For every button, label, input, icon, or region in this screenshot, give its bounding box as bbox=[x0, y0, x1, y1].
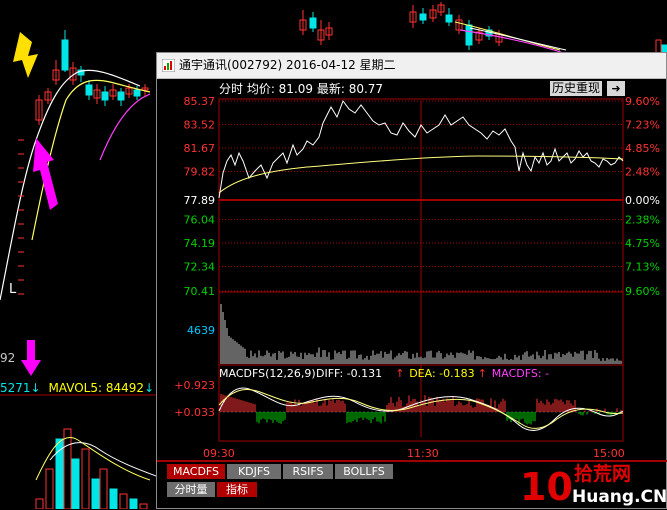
macd-macdfs-value: MACDFS: - bbox=[492, 367, 549, 380]
macd-readout-name: MACDFS(12,26,9) bbox=[219, 367, 316, 380]
yellow-arrow-icon bbox=[13, 32, 38, 78]
exit-icon[interactable]: ➜ bbox=[607, 81, 625, 96]
bg-volume-readout: 5271↓ MAVOL5: 84492↓ M bbox=[0, 381, 172, 395]
bg-candle-body bbox=[85, 84, 93, 96]
bg-candle-body bbox=[419, 13, 427, 21]
bg-candle-body bbox=[101, 91, 109, 101]
pct-axis-label: 9.60% bbox=[625, 285, 660, 298]
tab-macdfs[interactable]: MACDFS bbox=[167, 464, 225, 479]
intraday-window[interactable]: 通宇通讯(002792) 2016-04-12 星期二 85.37 9.60% 83… bbox=[156, 52, 667, 509]
bg-axis-label: 92 bbox=[0, 351, 16, 365]
pct-axis-label: 4.85% bbox=[625, 142, 660, 155]
up-arrow-icon: ↑ bbox=[395, 367, 404, 380]
pct-axis-label: 4.75% bbox=[625, 237, 660, 250]
up-arrow-icon: ↑ bbox=[478, 367, 487, 380]
tab-rsifs[interactable]: RSIFS bbox=[283, 464, 333, 479]
svg-text:Huang.CN: Huang.CN bbox=[572, 487, 667, 507]
bg-volume-bar bbox=[71, 458, 80, 509]
bg-ma-line bbox=[99, 93, 151, 161]
price-axis-label: 74.19 bbox=[184, 237, 216, 250]
bg-volume-bar bbox=[129, 498, 138, 509]
bg-volume-ma bbox=[49, 442, 157, 477]
bg-volume-bar bbox=[99, 468, 108, 509]
bg-volume-bar bbox=[91, 478, 100, 509]
macd-diff-value: DIFF: -0.131 bbox=[316, 367, 382, 380]
bg-volume-bar bbox=[139, 503, 148, 509]
bg-ma-line bbox=[469, 27, 567, 51]
intraday-chart[interactable]: 85.37 9.60%83.52 7.23%81.67 4.85%79.82 2.48%… bbox=[157, 53, 667, 510]
bg-candle-body bbox=[309, 17, 317, 29]
tab-indicator[interactable]: 指标 bbox=[217, 482, 257, 497]
site-watermark-logo: 10 拾荒网 Huang.CN bbox=[520, 462, 667, 509]
tab-bollfs[interactable]: BOLLFS bbox=[335, 464, 393, 479]
bg-volume-bar bbox=[109, 488, 118, 509]
bg-volume-bar bbox=[35, 498, 44, 509]
bg-candle-body bbox=[445, 14, 453, 23]
tab-kdjfs[interactable]: KDJFS bbox=[227, 464, 281, 479]
macd-axis-top: +0.923 bbox=[174, 379, 215, 392]
bg-volume-bar bbox=[45, 468, 54, 509]
pct-axis-label: 7.13% bbox=[625, 260, 660, 273]
pct-axis-label: 0.00% bbox=[625, 194, 660, 207]
svg-text:拾荒网: 拾荒网 bbox=[574, 462, 631, 485]
price-axis-label: 76.04 bbox=[184, 213, 216, 226]
macd-dea-value: DEA: -0.183 bbox=[409, 367, 474, 380]
price-axis-label: 72.34 bbox=[184, 260, 216, 273]
bg-volume-bar bbox=[63, 428, 72, 509]
bg-candle-body bbox=[133, 89, 141, 97]
price-axis-label: 77.89 bbox=[184, 194, 216, 207]
pct-axis-label: 2.48% bbox=[625, 165, 660, 178]
price-axis-label: 70.41 bbox=[184, 285, 216, 298]
magenta-arrow-icon bbox=[21, 340, 41, 376]
pct-axis-label: 7.23% bbox=[625, 118, 660, 131]
volume-axis-label: 4639 bbox=[187, 324, 215, 337]
bg-volume-bar bbox=[81, 448, 90, 509]
bg-volume-bar bbox=[55, 438, 64, 509]
info-bar: 分时 均价: 81.09 最新: 80.77 历史重现 ➜ bbox=[157, 80, 666, 98]
bg-candle-body bbox=[117, 91, 125, 101]
history-replay-button[interactable]: 历史重现 bbox=[550, 81, 602, 96]
price-axis-label: 83.52 bbox=[184, 118, 216, 131]
tab-volume[interactable]: 分时量 bbox=[167, 482, 215, 497]
time-axis-label: 09:30 bbox=[203, 447, 235, 460]
macd-axis-mid: +0.033 bbox=[174, 406, 215, 419]
bg-candle-body bbox=[61, 39, 69, 71]
price-summary: 分时 均价: 81.09 最新: 80.77 bbox=[219, 82, 384, 96]
pct-axis-label: 2.38% bbox=[625, 213, 660, 226]
price-axis-label: 81.67 bbox=[184, 142, 216, 155]
price-axis-label: 79.82 bbox=[184, 165, 216, 178]
svg-text:10: 10 bbox=[520, 465, 573, 509]
bg-volume-bar bbox=[119, 493, 128, 509]
magenta-arrow-icon bbox=[33, 138, 58, 210]
bg-l-marker: L bbox=[9, 282, 17, 297]
time-axis-label: 11:30 bbox=[407, 447, 439, 460]
